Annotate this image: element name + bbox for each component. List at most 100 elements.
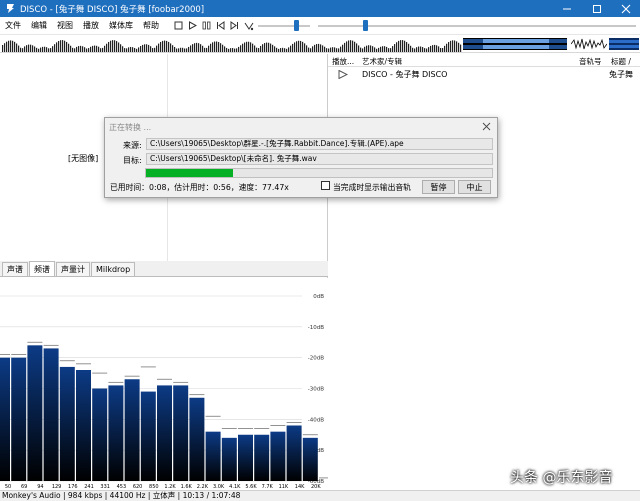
mini-spectrum-bar	[414, 48, 416, 52]
spectrum-bar	[238, 434, 253, 481]
source-path-field: C:\Users\19065\Desktop\群星.-.[兔子舞.Rabbit.…	[146, 138, 493, 150]
mini-spectrum-bar	[80, 45, 82, 52]
spectrum-bar	[270, 431, 286, 481]
close-window-button[interactable]	[611, 0, 640, 17]
mini-spectrum-bar	[66, 41, 68, 52]
mini-spectrum-bar	[140, 46, 142, 52]
mini-spectrum-bar	[202, 45, 204, 52]
db-label: -20dB	[308, 356, 324, 362]
mini-spectrum-bar	[364, 46, 366, 52]
mini-spectrum-bar	[106, 43, 108, 52]
tab-spectrum[interactable]: 频谱	[29, 261, 55, 276]
dialog-close-icon[interactable]	[480, 120, 492, 132]
foobar-app-icon[interactable]	[4, 3, 16, 15]
mini-spectrum-bar	[196, 42, 198, 52]
menu-file[interactable]: 文件	[0, 20, 26, 31]
mini-spectrum-bar	[412, 47, 414, 52]
tab-milkdrop[interactable]: Milkdrop	[91, 262, 136, 276]
show-output-checkbox[interactable]	[321, 181, 330, 190]
mini-spectrum-bar	[156, 45, 158, 52]
progress-fill	[146, 169, 233, 177]
mini-spectrum-bar	[168, 41, 170, 52]
mini-spectrum-bar	[262, 44, 264, 52]
playlist-row[interactable]: DISCO - 兔子舞 DISCO 兔子舞	[328, 68, 640, 81]
tab-vu-meter[interactable]: 声量计	[56, 262, 90, 276]
tab-spectrogram[interactable]: 声谱	[2, 262, 28, 276]
pause-icon[interactable]	[200, 19, 213, 32]
mini-spectrum-bar	[424, 48, 426, 52]
mini-spectrum-bar	[378, 47, 380, 52]
mini-spectrum-bar	[12, 40, 14, 52]
col-artist-album[interactable]: 艺术家/专辑	[362, 56, 402, 67]
next-button[interactable]	[228, 19, 241, 32]
mini-spectrum-bar	[296, 41, 298, 52]
mini-spectrum-bar	[376, 48, 378, 52]
mini-spectrum-bar	[84, 47, 86, 52]
menu-edit[interactable]: 编辑	[26, 20, 52, 31]
mini-spectrum-bar	[46, 47, 48, 52]
mini-spectrum-bar	[454, 40, 456, 52]
spectrum-bar	[221, 437, 237, 481]
play-button[interactable]	[186, 19, 199, 32]
show-output-label[interactable]: 当完成时显示输出音轨	[333, 182, 411, 193]
mini-spectrum-bar	[244, 42, 246, 52]
mini-spectrum-bar	[442, 48, 444, 52]
mini-spectrum-bar	[10, 40, 12, 52]
dialog-title: 正在转换 ...	[109, 123, 152, 132]
col-title[interactable]: 标题 /	[611, 56, 631, 67]
mini-spectrum-bar	[238, 46, 240, 52]
mini-spectrum-bar	[406, 42, 408, 52]
mini-spectrum-bar	[286, 48, 288, 52]
mini-spectrum-bar	[438, 46, 440, 52]
mini-spectrum-bar	[338, 48, 340, 52]
menu-library[interactable]: 媒体库	[104, 20, 138, 31]
menu-playback[interactable]: 播放	[78, 20, 104, 31]
seek-bar[interactable]	[258, 25, 310, 27]
mini-spectrum-bar	[272, 44, 274, 52]
mini-spectrum-bar	[222, 44, 224, 52]
mini-spectrum-bar	[108, 41, 110, 52]
mini-spectrum-bar	[22, 48, 24, 52]
mini-spectrum-bar	[242, 43, 244, 52]
mini-spectrum-bar	[182, 47, 184, 52]
mini-spectrum-bar	[14, 41, 16, 52]
mini-spectrum-bar	[298, 40, 300, 52]
mini-spectrum-bar	[174, 46, 176, 52]
mini-spectrum-bar	[446, 43, 448, 52]
previous-button[interactable]	[214, 19, 227, 32]
spectrum-visualization: 0dB-10dB-20dB-30dB-40dB-50dB-60dB5069941…	[0, 278, 334, 490]
mini-spectrum-bar	[336, 48, 338, 52]
random-icon[interactable]	[242, 19, 255, 32]
mini-spectrum-bar	[456, 41, 458, 52]
mini-spectrum-bar	[170, 43, 172, 52]
mini-spectrum-bar	[34, 46, 36, 52]
db-label: -10dB	[308, 325, 324, 331]
mini-spectrum-bar	[384, 46, 386, 52]
mini-spectrum-bar	[420, 46, 422, 52]
col-track-number[interactable]: 音轨号	[579, 56, 602, 67]
mini-spectrum-bar	[394, 44, 396, 52]
mini-spectrum-bar	[50, 48, 52, 52]
pause-button[interactable]: 暂停	[422, 180, 455, 194]
mini-spectrum-bar	[282, 47, 284, 52]
stop-button[interactable]	[172, 19, 185, 32]
mini-spectrum-bar	[30, 44, 32, 52]
mini-spectrum-bar	[382, 46, 384, 52]
menu-view[interactable]: 视图	[52, 20, 78, 31]
mini-spectrum-bar	[274, 46, 276, 52]
mini-spectrum-bar	[368, 45, 370, 52]
mini-spectrum-bar	[54, 44, 56, 52]
menu-help[interactable]: 帮助	[138, 20, 164, 31]
mini-spectrum-bar	[434, 44, 436, 52]
mini-spectrum-bar	[250, 42, 252, 52]
mini-spectrum-bar	[418, 46, 420, 52]
minimize-button[interactable]	[552, 0, 582, 17]
mini-spectrum-bar	[416, 47, 418, 52]
volume-thumb[interactable]	[363, 20, 368, 31]
mini-spectrum-bar	[216, 41, 218, 52]
seek-thumb[interactable]	[294, 20, 299, 31]
maximize-button[interactable]	[582, 0, 612, 17]
abort-button[interactable]: 中止	[458, 180, 491, 194]
mini-spectrum-bar	[306, 45, 308, 52]
col-playing[interactable]: 播放...	[332, 56, 354, 67]
